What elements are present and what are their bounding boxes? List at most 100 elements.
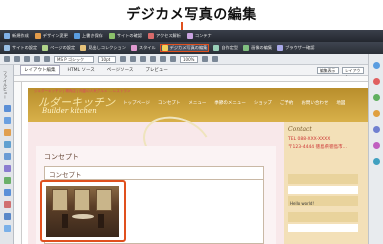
nav-item-seasonal[interactable]: 季節のメニュー (214, 100, 246, 106)
toolbar-preview-button[interactable]: サイトの確認 (108, 33, 142, 39)
side-block-4 (288, 212, 358, 222)
window-left (52, 189, 68, 211)
restaurant-photo[interactable] (46, 186, 119, 237)
zoom-select[interactable]: 100% (180, 55, 198, 63)
form-icon[interactable] (4, 153, 11, 160)
italic-icon[interactable] (130, 56, 136, 62)
image-edit-button[interactable]: 画像の編集 (243, 45, 272, 51)
heading-icon (80, 45, 87, 51)
format-toolbar: MS P ゴシック 10pt 100% (0, 54, 383, 65)
settings-icon (4, 45, 10, 51)
contact-address: 〒123-4444 徳島県徳島市... (288, 145, 347, 150)
right-sidebar (368, 54, 383, 244)
sidebar-label: ファイルビュー (3, 71, 8, 99)
image-edit-icon (243, 45, 250, 51)
media-icon[interactable] (4, 165, 11, 172)
link-icon[interactable] (202, 56, 208, 62)
view-mode-dropdown[interactable]: 編集表示 (317, 66, 339, 74)
site-header: ジルダーキッチン | 精肉店 | 肉屋の人気グルメ ... レストラン ルダーキ… (28, 88, 368, 122)
properties-icon[interactable] (373, 126, 380, 133)
browser-check-button[interactable]: ブラウザー確認 (277, 45, 314, 51)
table-icon[interactable] (212, 56, 218, 62)
toolbar-container-button[interactable]: コンテナ (186, 33, 212, 39)
nav-item-shop[interactable]: ショップ (254, 100, 272, 106)
template-button[interactable]: 自作定型 (213, 45, 238, 51)
vertical-ruler (14, 82, 22, 244)
chair-left (62, 214, 68, 228)
camera-icon (161, 45, 168, 51)
align-right-icon[interactable] (170, 56, 176, 62)
underline-icon[interactable] (140, 56, 146, 62)
plugin-icon[interactable] (4, 213, 11, 220)
paste-icon[interactable] (24, 56, 30, 62)
share-icon[interactable] (4, 225, 11, 232)
concept-heading[interactable]: コンセプト (44, 152, 79, 162)
save-icon (73, 33, 80, 39)
nav-item-map[interactable]: 地図 (336, 100, 345, 106)
main-toolbar: 新規作成 デザイン変更 上書き保存 サイトの確認 アクセス解析 コンテナ (0, 30, 383, 42)
container-icon (186, 33, 193, 39)
template-icon (213, 45, 220, 51)
tab-html-source[interactable]: HTML ソース (64, 65, 99, 75)
nav-item-reserve[interactable]: ご予約 (280, 100, 294, 106)
tab-preview[interactable]: プレビュー (141, 65, 172, 75)
redo-icon[interactable] (44, 56, 50, 62)
preview-icon (108, 33, 115, 39)
secondary-toolbar: サイトの設定 ページの設定 見出しコレクション スタイル デジカメ写真の編集 自… (0, 42, 383, 54)
photo-edit-button[interactable]: デジカメ写真の編集 (159, 44, 210, 52)
concept-subheading[interactable]: コンセプト (49, 169, 82, 179)
new-icon (4, 33, 10, 39)
folder-icon[interactable] (4, 105, 11, 112)
font-select[interactable]: MS P ゴシック (54, 55, 94, 63)
copy-icon[interactable] (14, 56, 20, 62)
map-icon[interactable] (4, 177, 11, 184)
dining-table (72, 214, 94, 219)
site-logo-sub: Builder kitchen (42, 107, 97, 115)
nav-item-contact[interactable]: お問い合わせ (301, 100, 328, 106)
text-icon[interactable] (4, 117, 11, 124)
chair-right (98, 214, 104, 228)
editor-tabbar: レイアウト編集 HTML ソース ページソース プレビュー 編集表示 レイアウト (14, 65, 368, 79)
image-icon[interactable] (4, 129, 11, 136)
style-icon (130, 45, 137, 51)
page-settings-button[interactable]: ページの設定 (42, 45, 75, 51)
table-icon[interactable] (4, 141, 11, 148)
design-icon (34, 33, 41, 39)
calendar-icon[interactable] (4, 189, 11, 196)
style-button[interactable]: スタイル (130, 45, 156, 51)
toolbar-new-button[interactable]: 新規作成 (4, 33, 29, 39)
editor-canvas[interactable]: ジルダーキッチン | 精肉店 | 肉屋の人気グルメ ... レストラン ルダーキ… (22, 82, 368, 244)
side-block-5 (288, 224, 358, 232)
window-right (96, 189, 112, 211)
bold-icon[interactable] (120, 56, 126, 62)
history-icon[interactable] (373, 142, 380, 149)
palette-icon[interactable] (373, 78, 380, 85)
size-select[interactable]: 10pt (98, 55, 116, 63)
nav-item-top[interactable]: トップページ (123, 100, 150, 106)
help-icon[interactable] (373, 62, 380, 69)
left-sidebar: ファイルビュー (0, 65, 14, 244)
nav-item-concept[interactable]: コンセプト (158, 100, 181, 106)
tab-layout-edit[interactable]: レイアウト編集 (20, 65, 60, 75)
page-icon (42, 45, 49, 51)
align-center-icon[interactable] (160, 56, 166, 62)
undo-icon[interactable] (34, 56, 40, 62)
browser-icon (277, 45, 284, 51)
assets-icon[interactable] (373, 110, 380, 117)
align-left-icon[interactable] (150, 56, 156, 62)
tab-page-source[interactable]: ページソース (103, 65, 138, 75)
contact-tel: TEL 088-XXX-XXXX (288, 137, 331, 142)
toolbar-design-button[interactable]: デザイン変更 (34, 33, 68, 39)
heading-collection-button[interactable]: 見出しコレクション (80, 45, 126, 51)
toolbar-analytics-button[interactable]: アクセス解析 (148, 33, 181, 39)
toolbar-save-button[interactable]: 上書き保存 (73, 33, 103, 39)
links-icon[interactable] (373, 158, 380, 165)
selected-photo[interactable] (40, 180, 126, 242)
nav-item-menu[interactable]: メニュー (188, 100, 206, 106)
cut-icon[interactable] (4, 56, 10, 62)
widget-icon[interactable] (4, 201, 11, 208)
site-settings-button[interactable]: サイトの設定 (4, 45, 37, 51)
layout-mode-dropdown[interactable]: レイアウト (342, 66, 364, 79)
layers-icon[interactable] (373, 94, 380, 101)
analytics-icon (148, 33, 154, 39)
